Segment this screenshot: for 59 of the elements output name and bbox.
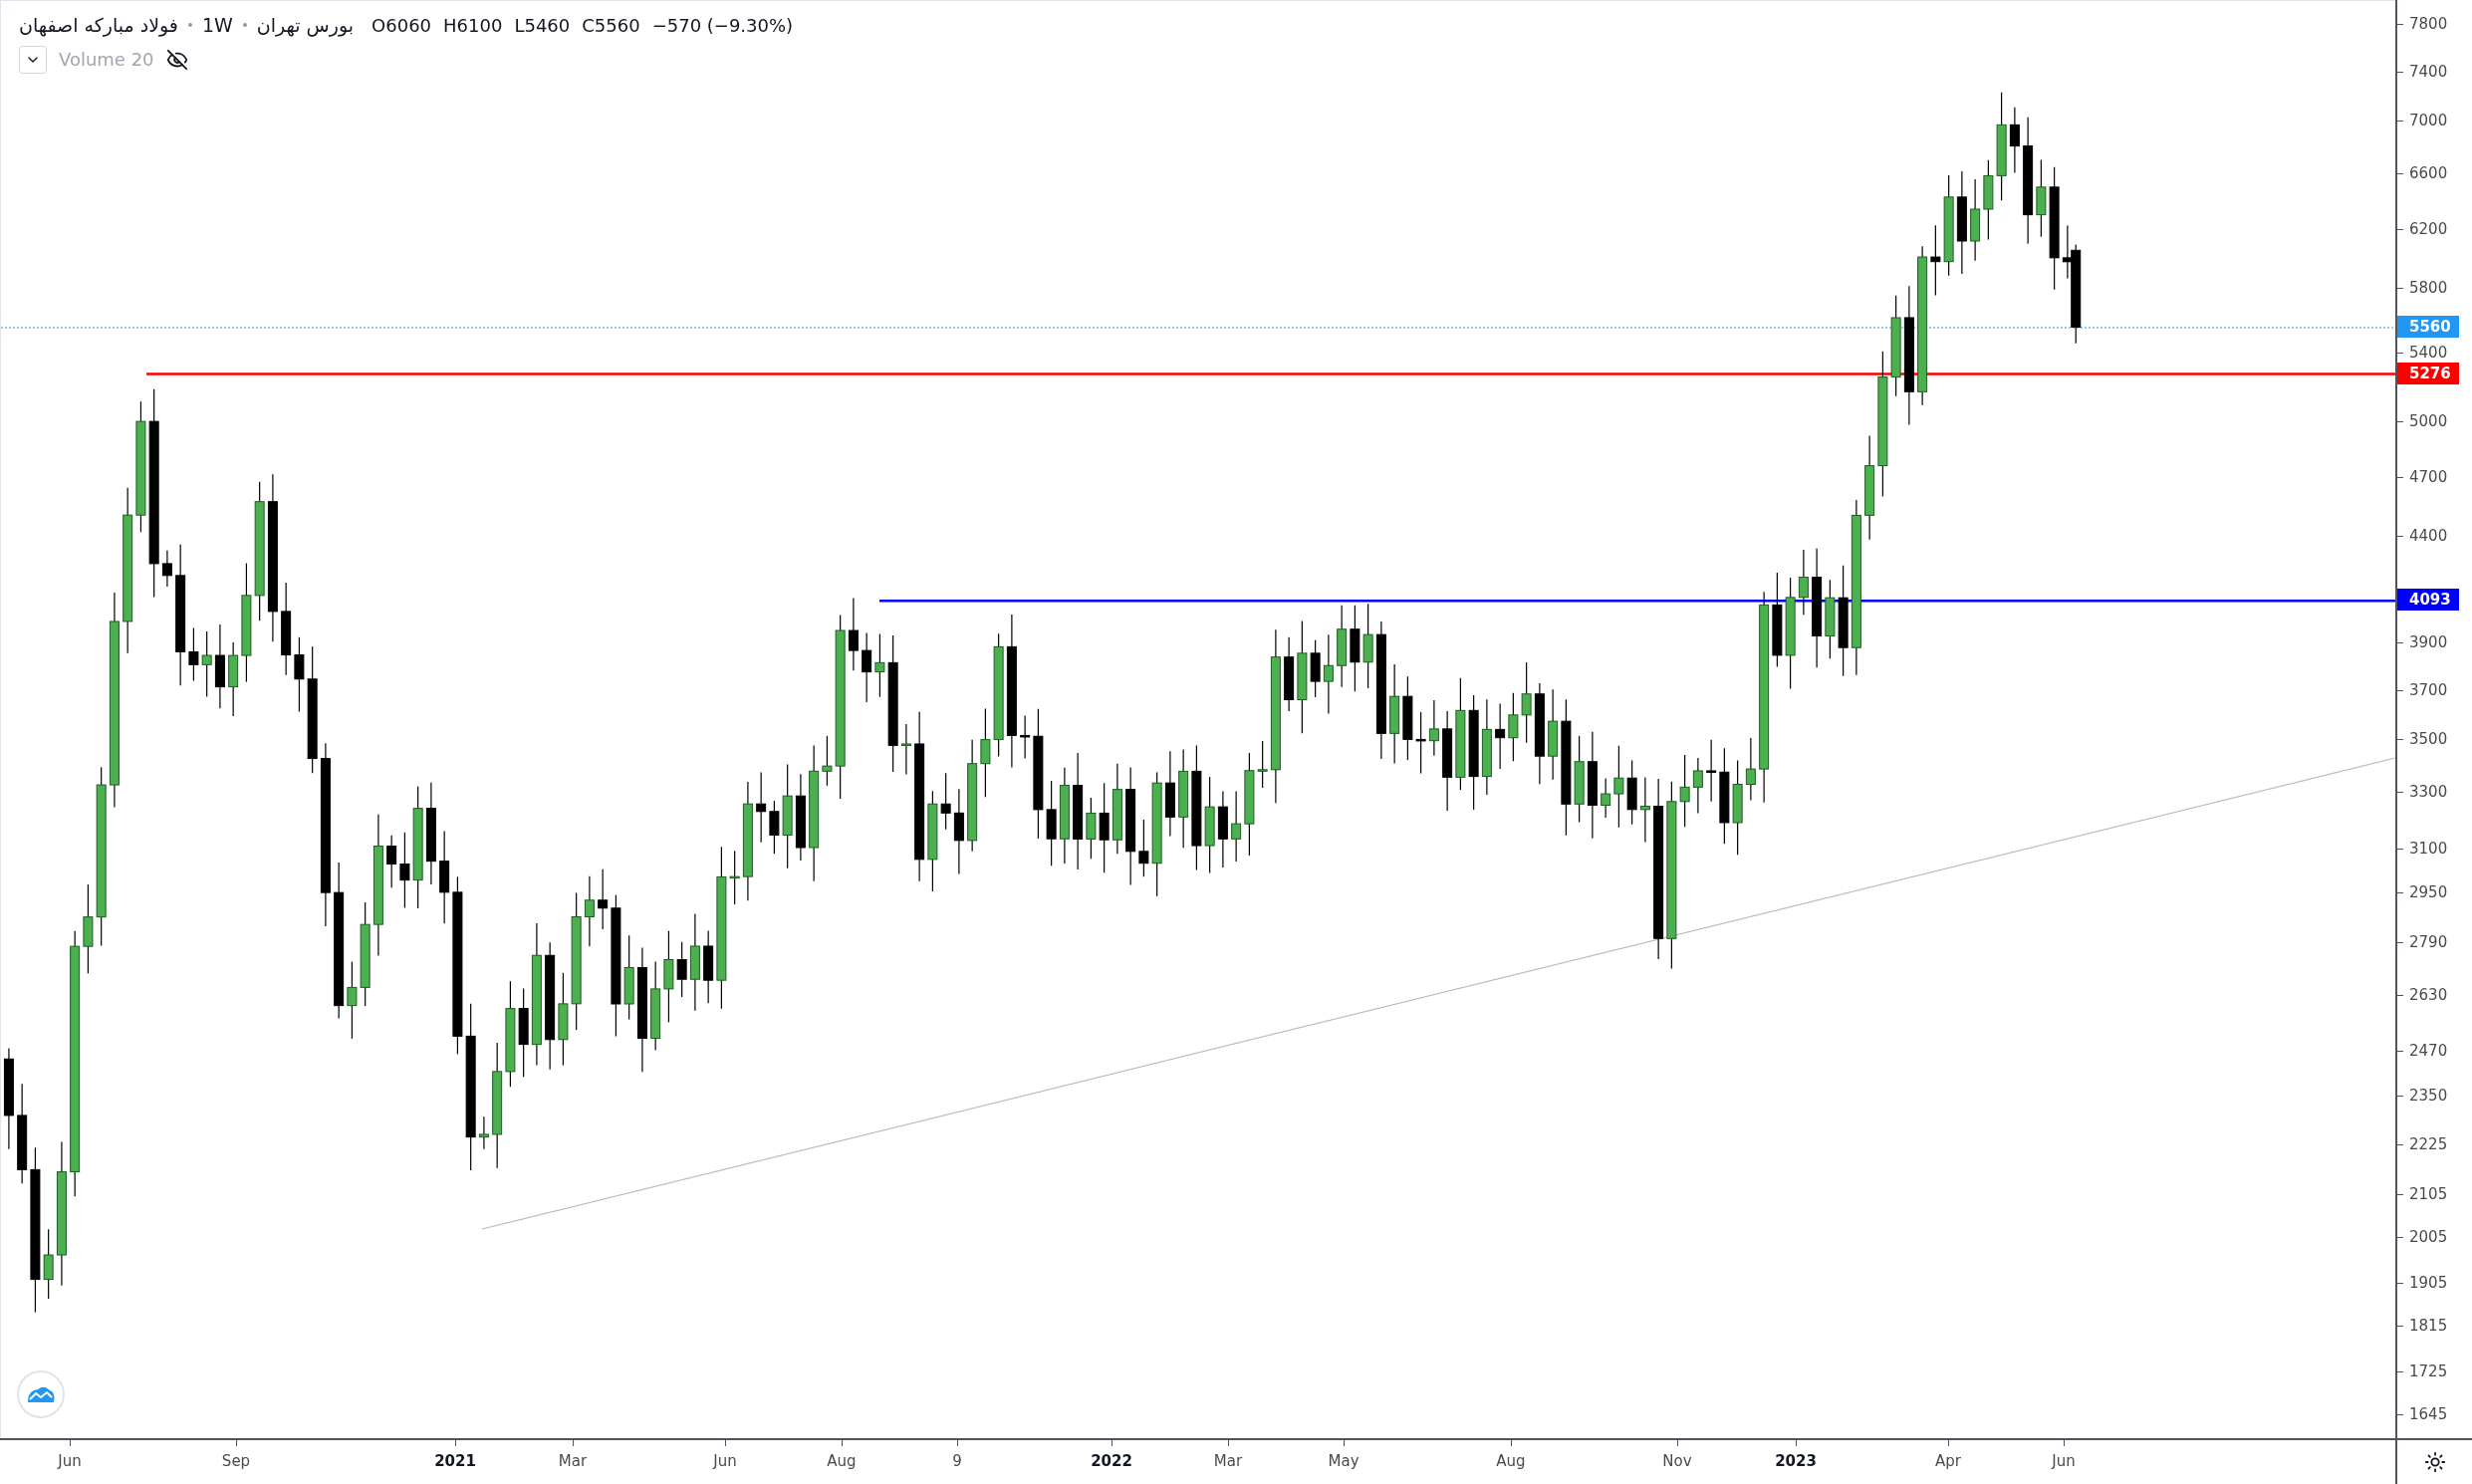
price-label: 2470	[2409, 1042, 2448, 1060]
interval-label: 1W	[201, 13, 233, 38]
price-label: 1645	[2409, 1404, 2448, 1423]
time-label: Mar	[1213, 1451, 1243, 1472]
price-label: 6600	[2409, 163, 2448, 182]
exchange-name: بورس تهران	[256, 13, 355, 39]
indicator-name: Volume 20	[59, 48, 154, 72]
time-label: 2022	[1091, 1451, 1132, 1472]
price-label: 3100	[2409, 839, 2448, 858]
price-label: 3300	[2409, 783, 2448, 801]
time-label: Sep	[221, 1451, 251, 1472]
ohlc-value: C5560	[582, 13, 640, 38]
eye-off-icon[interactable]	[165, 48, 188, 71]
price-label: 1725	[2409, 1361, 2448, 1380]
price-label: 5400	[2409, 344, 2448, 362]
time-label: Jun	[58, 1451, 82, 1472]
collapse-button[interactable]	[19, 45, 47, 74]
price-label: 1905	[2409, 1274, 2448, 1292]
price-label: 4400	[2409, 526, 2448, 545]
price-label: 3900	[2409, 633, 2448, 652]
price-label: 5800	[2409, 279, 2448, 298]
time-label: Jun	[2052, 1451, 2076, 1472]
time-label: May	[1328, 1451, 1360, 1472]
settings-icon	[2423, 1451, 2446, 1473]
price-label: 2950	[2409, 882, 2448, 901]
price-label: 3500	[2409, 730, 2448, 749]
price-label: 2225	[2409, 1135, 2448, 1153]
time-label: 9	[952, 1451, 962, 1472]
price-label: 7000	[2409, 111, 2448, 129]
price-label: 7800	[2409, 15, 2448, 33]
price-label: 5000	[2409, 412, 2448, 430]
time-label: Apr	[1935, 1451, 1961, 1472]
ohlc-value: O6060	[371, 13, 432, 38]
price-label: 1815	[2409, 1317, 2448, 1335]
time-label: Nov	[1662, 1451, 1692, 1472]
time-label: Aug	[1496, 1451, 1526, 1472]
time-label: Aug	[827, 1451, 857, 1472]
symbol-name: فولاد مبارکه اصفهان	[19, 13, 178, 39]
price-label: 2005	[2409, 1228, 2448, 1247]
price-label: 7400	[2409, 62, 2448, 81]
time-label: Jun	[713, 1451, 737, 1472]
logo-button[interactable]	[17, 1370, 65, 1418]
price-label: 3700	[2409, 680, 2448, 699]
price-label: 4700	[2409, 467, 2448, 486]
price-change: −570 (−9.30%)	[651, 13, 794, 38]
ohlc-value: H6100	[443, 13, 503, 38]
ohlc-value: L5460	[514, 13, 571, 38]
price-label: 2790	[2409, 932, 2448, 951]
time-label: 2023	[1775, 1451, 1817, 1472]
price-badge: 5560	[2397, 316, 2459, 338]
price-label: 6200	[2409, 220, 2448, 238]
price-badge: 5276	[2397, 362, 2459, 384]
price-label: 2630	[2409, 985, 2448, 1004]
cloud-icon	[26, 1384, 56, 1404]
time-label: Mar	[558, 1451, 588, 1472]
price-label: 2105	[2409, 1184, 2448, 1203]
price-label: 2350	[2409, 1086, 2448, 1105]
time-label: 2021	[434, 1451, 476, 1472]
price-badge: 4093	[2397, 589, 2459, 612]
